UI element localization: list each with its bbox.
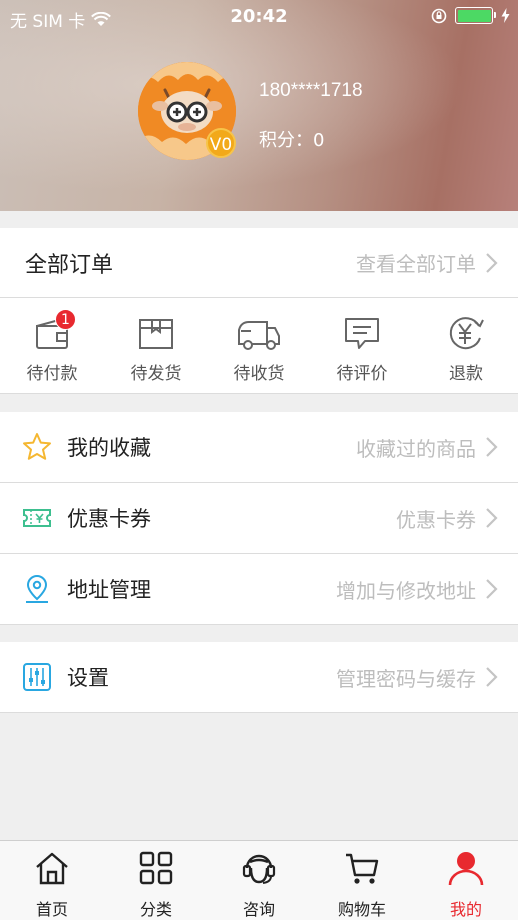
truck-icon: [238, 321, 280, 350]
tab-categories[interactable]: 分类: [104, 841, 208, 920]
charging-icon: [501, 8, 510, 23]
menu-item-coupons[interactable]: 优惠卡券 优惠卡券: [0, 483, 518, 554]
tab-label: 购物车: [337, 900, 386, 919]
grid-icon: [139, 851, 173, 885]
menu-item-address[interactable]: 地址管理 增加与修改地址: [0, 554, 518, 625]
order-status-bar: 1 待付款 待发货 待收货 待评价 退款: [0, 298, 518, 394]
tab-cart[interactable]: 购物车: [310, 841, 414, 920]
status-to-review[interactable]: 待评价: [310, 298, 414, 394]
sliders-icon: [23, 663, 51, 691]
cart-icon: [346, 853, 379, 884]
tab-label: 分类: [139, 900, 172, 919]
menu-hint: 收藏过的商品: [356, 436, 476, 461]
menu-label: 我的收藏: [67, 436, 151, 460]
refund-yen-icon: [449, 317, 484, 350]
orders-title: 全部订单: [25, 252, 114, 278]
chevron-right-icon: [486, 437, 498, 457]
user-icon: [448, 852, 484, 886]
menu-label: 地址管理: [67, 578, 151, 602]
menu-hint: 增加与修改地址: [336, 578, 476, 603]
star-icon: [23, 433, 51, 460]
tab-bar: 首页 分类 咨询 购物车 我的: [0, 840, 518, 920]
tab-home[interactable]: 首页: [0, 841, 104, 920]
chevron-right-icon: [486, 667, 498, 687]
phone-number: 180****1718: [259, 80, 363, 101]
status-label: 退款: [449, 364, 483, 384]
status-to-receive[interactable]: 待收货: [207, 298, 311, 394]
tab-label: 咨询: [242, 900, 275, 919]
tab-label: 我的: [449, 900, 482, 919]
status-bar: 无 SIM 卡 20:42: [0, 0, 518, 34]
status-refund[interactable]: 退款: [414, 298, 518, 394]
menu-hint: 管理密码与缓存: [336, 666, 476, 691]
tab-label: 首页: [35, 900, 68, 919]
level-badge: V0: [206, 128, 236, 158]
menu-hint: 优惠卡券: [396, 507, 476, 532]
status-to-ship[interactable]: 待发货: [104, 298, 208, 394]
location-pin-icon: [26, 574, 48, 603]
status-pending-payment[interactable]: 1 待付款: [0, 298, 104, 394]
rotation-lock-icon: [431, 8, 447, 23]
status-label: 待发货: [130, 364, 182, 384]
menu-item-favorites[interactable]: 我的收藏 收藏过的商品: [0, 412, 518, 483]
profile-header: 无 SIM 卡 20:42 V0 180****1718 积分：0: [0, 0, 518, 211]
tab-mine[interactable]: 我的: [414, 841, 518, 920]
coupon-icon: [23, 509, 51, 527]
status-label: 待付款: [26, 364, 78, 384]
package-icon: [139, 319, 173, 349]
comment-icon: [345, 318, 379, 349]
unpaid-count-badge: 1: [55, 309, 76, 330]
menu-label: 优惠卡券: [67, 507, 151, 531]
battery-icon: [455, 7, 496, 24]
chevron-right-icon: [486, 508, 498, 528]
home-icon: [36, 852, 68, 885]
customer-service-icon: [242, 854, 276, 884]
status-right: [431, 7, 510, 24]
view-all-orders-link[interactable]: 查看全部订单: [356, 248, 476, 277]
points-text: 积分：0: [259, 130, 325, 151]
tab-consult[interactable]: 咨询: [207, 841, 311, 920]
all-orders-row[interactable]: 全部订单 查看全部订单: [0, 228, 518, 298]
status-label: 待收货: [233, 364, 285, 384]
chevron-right-icon: [486, 252, 498, 273]
menu-label: 设置: [67, 666, 109, 690]
menu-item-settings[interactable]: 设置 管理密码与缓存: [0, 642, 518, 713]
status-label: 待评价: [336, 364, 388, 384]
chevron-right-icon: [486, 579, 498, 599]
